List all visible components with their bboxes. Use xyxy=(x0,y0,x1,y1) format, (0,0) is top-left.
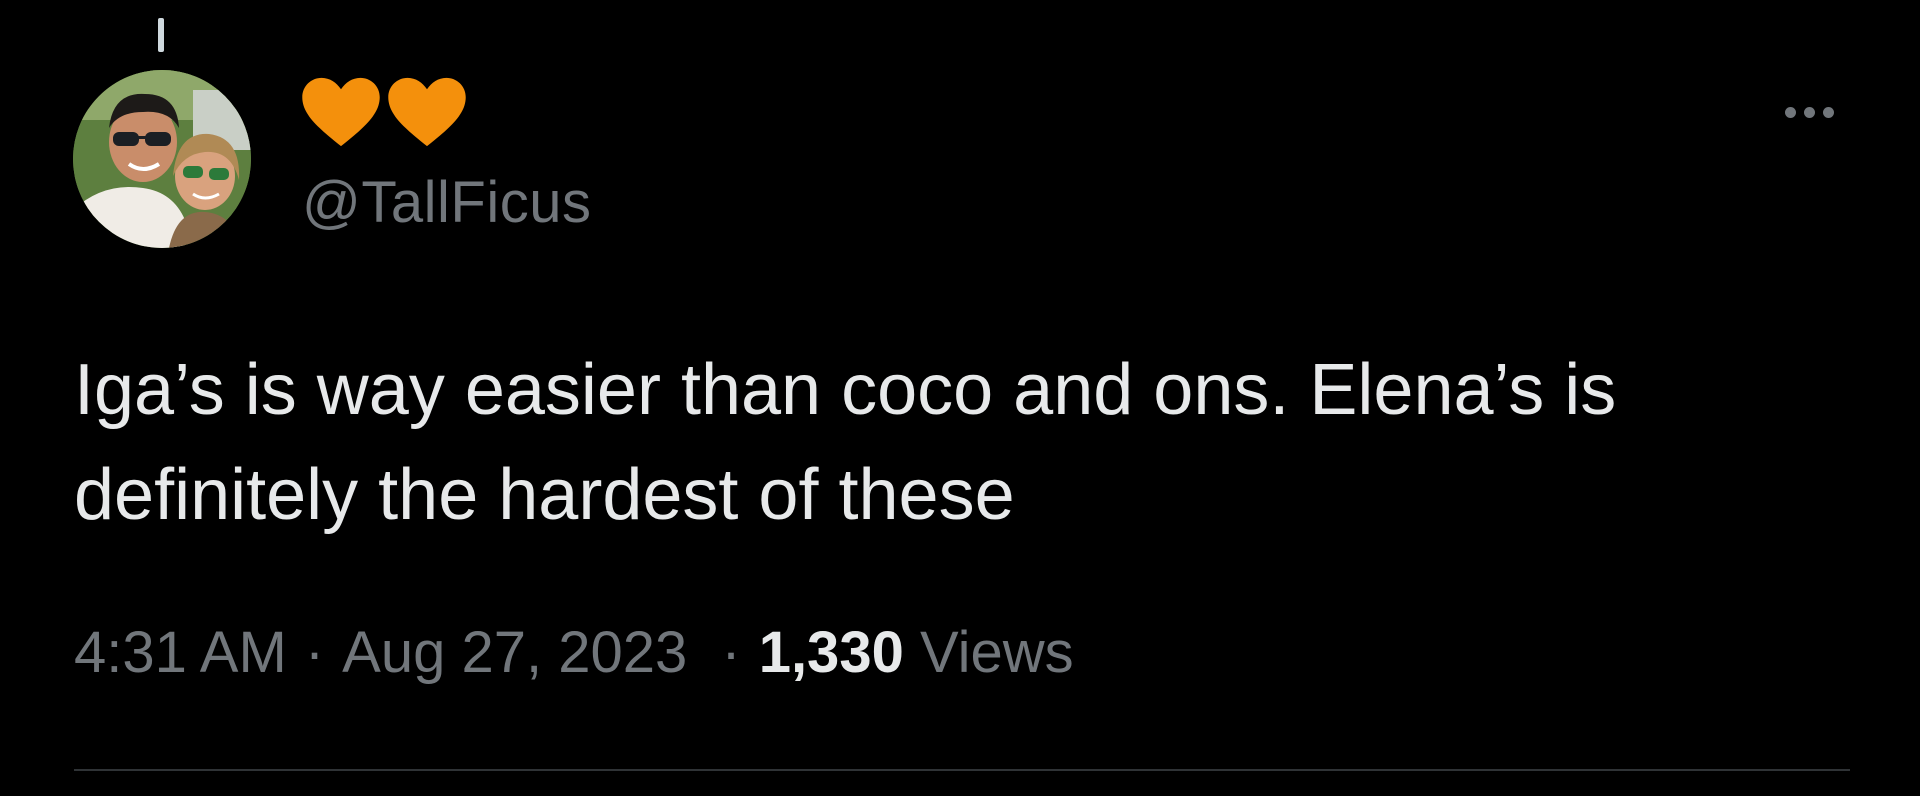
display-name[interactable] xyxy=(300,72,468,152)
separator-dot: · xyxy=(304,620,325,685)
more-horizontal-icon xyxy=(1784,106,1796,118)
tweet-date: Aug 27, 2023 xyxy=(342,620,688,685)
avatar-photo xyxy=(73,70,251,248)
user-handle[interactable]: @TallFicus xyxy=(302,170,591,236)
tweet-text: Iga’s is way easier than coco and ons. E… xyxy=(74,350,1617,535)
tweet-timestamp-link[interactable]: 4:31 AM · Aug 27, 2023 xyxy=(74,620,703,685)
orange-heart-icon xyxy=(386,75,468,149)
views-label: Views xyxy=(919,620,1074,685)
tweet-metadata: 4:31 AM · Aug 27, 2023 · 1,330 Views xyxy=(74,618,1074,688)
divider xyxy=(74,769,1850,771)
views-count: 1,330 xyxy=(758,620,904,685)
more-horizontal-icon xyxy=(1822,106,1834,118)
orange-heart-icon xyxy=(300,75,382,149)
separator-dot: · xyxy=(721,620,741,685)
tweet-time: 4:31 AM xyxy=(74,620,287,685)
avatar[interactable] xyxy=(73,70,251,248)
thread-connector-line xyxy=(158,18,164,52)
more-horizontal-icon xyxy=(1803,106,1815,118)
more-options-button[interactable] xyxy=(1774,94,1844,130)
